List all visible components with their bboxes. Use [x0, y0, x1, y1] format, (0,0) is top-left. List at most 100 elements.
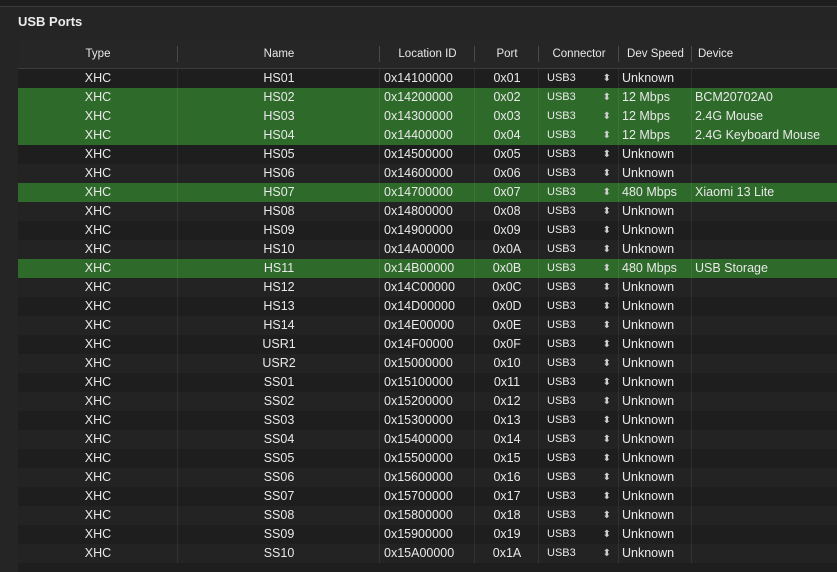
table-row[interactable]: XHC HS09 0x14900000 0x09 USB3 ⬍ Unknown	[18, 221, 837, 240]
table-row[interactable]: XHC SS07 0x15700000 0x17 USB3 ⬍ Unknown	[18, 487, 837, 506]
connector-popup-arrows-icon[interactable]: ⬍	[603, 202, 611, 221]
connector-popup-arrows-icon[interactable]: ⬍	[603, 392, 611, 411]
column-header-port[interactable]: Port	[475, 40, 539, 68]
cell-name-text: HS10	[263, 242, 295, 256]
cell-connector-text: USB3	[547, 262, 576, 274]
table-row[interactable]: XHC HS04 0x14400000 0x04 USB3 ⬍ 12 Mbps 2.4G Ke…	[18, 126, 837, 145]
table-row[interactable]: XHC HS10 0x14A00000 0x0A USB3 ⬍ Unknown	[18, 240, 837, 259]
cell-connector-text: USB3	[547, 528, 576, 540]
cell-port: 0x17	[475, 487, 539, 506]
column-header-location-id[interactable]: Location ID	[380, 40, 475, 68]
connector-popup-arrows-icon[interactable]: ⬍	[603, 525, 611, 544]
cell-connector[interactable]: USB3 ⬍	[539, 278, 619, 297]
cell-name-text: USR1	[262, 337, 296, 351]
table-row[interactable]: XHC HS01 0x14100000 0x01 USB3 ⬍ Unknown	[18, 69, 837, 88]
cell-port-text: 0x18	[493, 508, 521, 522]
connector-popup-arrows-icon[interactable]: ⬍	[603, 544, 611, 563]
table-row[interactable]: XHC SS06 0x15600000 0x16 USB3 ⬍ Unknown	[18, 468, 837, 487]
cell-connector[interactable]: USB3 ⬍	[539, 183, 619, 202]
connector-popup-arrows-icon[interactable]: ⬍	[603, 259, 611, 278]
table-row[interactable]: XHC HS13 0x14D00000 0x0D USB3 ⬍ Unknown	[18, 297, 837, 316]
cell-connector[interactable]: USB3 ⬍	[539, 88, 619, 107]
table-row[interactable]: XHC HS03 0x14300000 0x03 USB3 ⬍ 12 Mbps 2.4G Mo…	[18, 107, 837, 126]
connector-popup-arrows-icon[interactable]: ⬍	[603, 335, 611, 354]
table-row[interactable]: XHC SS05 0x15500000 0x15 USB3 ⬍ Unknown	[18, 449, 837, 468]
column-header-name[interactable]: Name	[178, 40, 380, 68]
connector-popup-arrows-icon[interactable]: ⬍	[603, 69, 611, 88]
cell-type: XHC	[18, 525, 178, 544]
connector-popup-arrows-icon[interactable]: ⬍	[603, 88, 611, 107]
cell-dev-speed-text: Unknown	[622, 280, 675, 294]
cell-connector[interactable]: USB3 ⬍	[539, 392, 619, 411]
cell-connector[interactable]: USB3 ⬍	[539, 354, 619, 373]
connector-popup-arrows-icon[interactable]: ⬍	[603, 430, 611, 449]
table-row[interactable]: XHC HS05 0x14500000 0x05 USB3 ⬍ Unknown	[18, 145, 837, 164]
connector-popup-arrows-icon[interactable]: ⬍	[603, 183, 611, 202]
cell-connector[interactable]: USB3 ⬍	[539, 411, 619, 430]
cell-dev-speed: Unknown	[619, 278, 692, 297]
connector-popup-arrows-icon[interactable]: ⬍	[603, 164, 611, 183]
table-row[interactable]: XHC HS06 0x14600000 0x06 USB3 ⬍ Unknown	[18, 164, 837, 183]
table-row[interactable]: XHC HS08 0x14800000 0x08 USB3 ⬍ Unknown	[18, 202, 837, 221]
cell-connector[interactable]: USB3 ⬍	[539, 202, 619, 221]
connector-popup-arrows-icon[interactable]: ⬍	[603, 468, 611, 487]
connector-popup-arrows-icon[interactable]: ⬍	[603, 145, 611, 164]
table-row[interactable]: XHC SS02 0x15200000 0x12 USB3 ⬍ Unknown	[18, 392, 837, 411]
connector-popup-arrows-icon[interactable]: ⬍	[603, 297, 611, 316]
connector-popup-arrows-icon[interactable]: ⬍	[603, 487, 611, 506]
connector-popup-arrows-icon[interactable]: ⬍	[603, 354, 611, 373]
table-row[interactable]: XHC USR1 0x14F00000 0x0F USB3 ⬍ Unknown	[18, 335, 837, 354]
cell-connector[interactable]: USB3 ⬍	[539, 506, 619, 525]
column-header-dev-speed[interactable]: Dev Speed	[619, 40, 692, 68]
usb-ports-table[interactable]: Type Name Location ID Port Connector Dev…	[18, 40, 837, 572]
cell-connector[interactable]: USB3 ⬍	[539, 449, 619, 468]
table-row[interactable]: XHC HS12 0x14C00000 0x0C USB3 ⬍ Unknown	[18, 278, 837, 297]
cell-connector[interactable]: USB3 ⬍	[539, 259, 619, 278]
cell-connector[interactable]: USB3 ⬍	[539, 126, 619, 145]
cell-name-text: SS06	[263, 470, 295, 484]
cell-connector[interactable]: USB3 ⬍	[539, 544, 619, 563]
cell-connector[interactable]: USB3 ⬍	[539, 468, 619, 487]
connector-popup-arrows-icon[interactable]: ⬍	[603, 278, 611, 297]
cell-location-id-text: 0x14300000	[384, 109, 453, 123]
cell-connector[interactable]: USB3 ⬍	[539, 240, 619, 259]
connector-popup-arrows-icon[interactable]: ⬍	[603, 126, 611, 145]
cell-connector[interactable]: USB3 ⬍	[539, 487, 619, 506]
table-row[interactable]: XHC USR2 0x15000000 0x10 USB3 ⬍ Unknown	[18, 354, 837, 373]
column-header-type[interactable]: Type	[18, 40, 178, 68]
table-row[interactable]: XHC SS08 0x15800000 0x18 USB3 ⬍ Unknown	[18, 506, 837, 525]
cell-connector[interactable]: USB3 ⬍	[539, 297, 619, 316]
cell-connector[interactable]: USB3 ⬍	[539, 316, 619, 335]
connector-popup-arrows-icon[interactable]: ⬍	[603, 240, 611, 259]
connector-popup-arrows-icon[interactable]: ⬍	[603, 411, 611, 430]
connector-popup-arrows-icon[interactable]: ⬍	[603, 373, 611, 392]
cell-connector[interactable]: USB3 ⬍	[539, 373, 619, 392]
table-row[interactable]: XHC SS09 0x15900000 0x19 USB3 ⬍ Unknown	[18, 525, 837, 544]
cell-connector[interactable]: USB3 ⬍	[539, 525, 619, 544]
connector-popup-arrows-icon[interactable]: ⬍	[603, 107, 611, 126]
cell-connector[interactable]: USB3 ⬍	[539, 164, 619, 183]
table-row[interactable]: XHC SS01 0x15100000 0x11 USB3 ⬍ Unknown	[18, 373, 837, 392]
cell-dev-speed-text: 480 Mbps	[622, 261, 677, 275]
cell-connector[interactable]: USB3 ⬍	[539, 145, 619, 164]
table-row[interactable]: XHC HS02 0x14200000 0x02 USB3 ⬍ 12 Mbps BCM2070…	[18, 88, 837, 107]
table-row[interactable]: XHC SS10 0x15A00000 0x1A USB3 ⬍ Unknown	[18, 544, 837, 563]
cell-device	[692, 354, 837, 373]
connector-popup-arrows-icon[interactable]: ⬍	[603, 506, 611, 525]
column-header-device[interactable]: Device	[692, 40, 837, 68]
connector-popup-arrows-icon[interactable]: ⬍	[603, 316, 611, 335]
table-row[interactable]: XHC HS11 0x14B00000 0x0B USB3 ⬍ 480 Mbps USB St…	[18, 259, 837, 278]
cell-connector[interactable]: USB3 ⬍	[539, 107, 619, 126]
connector-popup-arrows-icon[interactable]: ⬍	[603, 221, 611, 240]
table-row[interactable]: XHC HS07 0x14700000 0x07 USB3 ⬍ 480 Mbps Xiaomi…	[18, 183, 837, 202]
column-header-connector[interactable]: Connector	[539, 40, 619, 68]
table-row[interactable]: XHC SS03 0x15300000 0x13 USB3 ⬍ Unknown	[18, 411, 837, 430]
cell-type-text: XHC	[84, 185, 112, 199]
connector-popup-arrows-icon[interactable]: ⬍	[603, 449, 611, 468]
cell-connector[interactable]: USB3 ⬍	[539, 430, 619, 449]
table-row[interactable]: XHC SS04 0x15400000 0x14 USB3 ⬍ Unknown	[18, 430, 837, 449]
cell-connector[interactable]: USB3 ⬍	[539, 221, 619, 240]
table-row[interactable]: XHC HS14 0x14E00000 0x0E USB3 ⬍ Unknown	[18, 316, 837, 335]
cell-connector[interactable]: USB3 ⬍	[539, 335, 619, 354]
cell-connector[interactable]: USB3 ⬍	[539, 69, 619, 88]
